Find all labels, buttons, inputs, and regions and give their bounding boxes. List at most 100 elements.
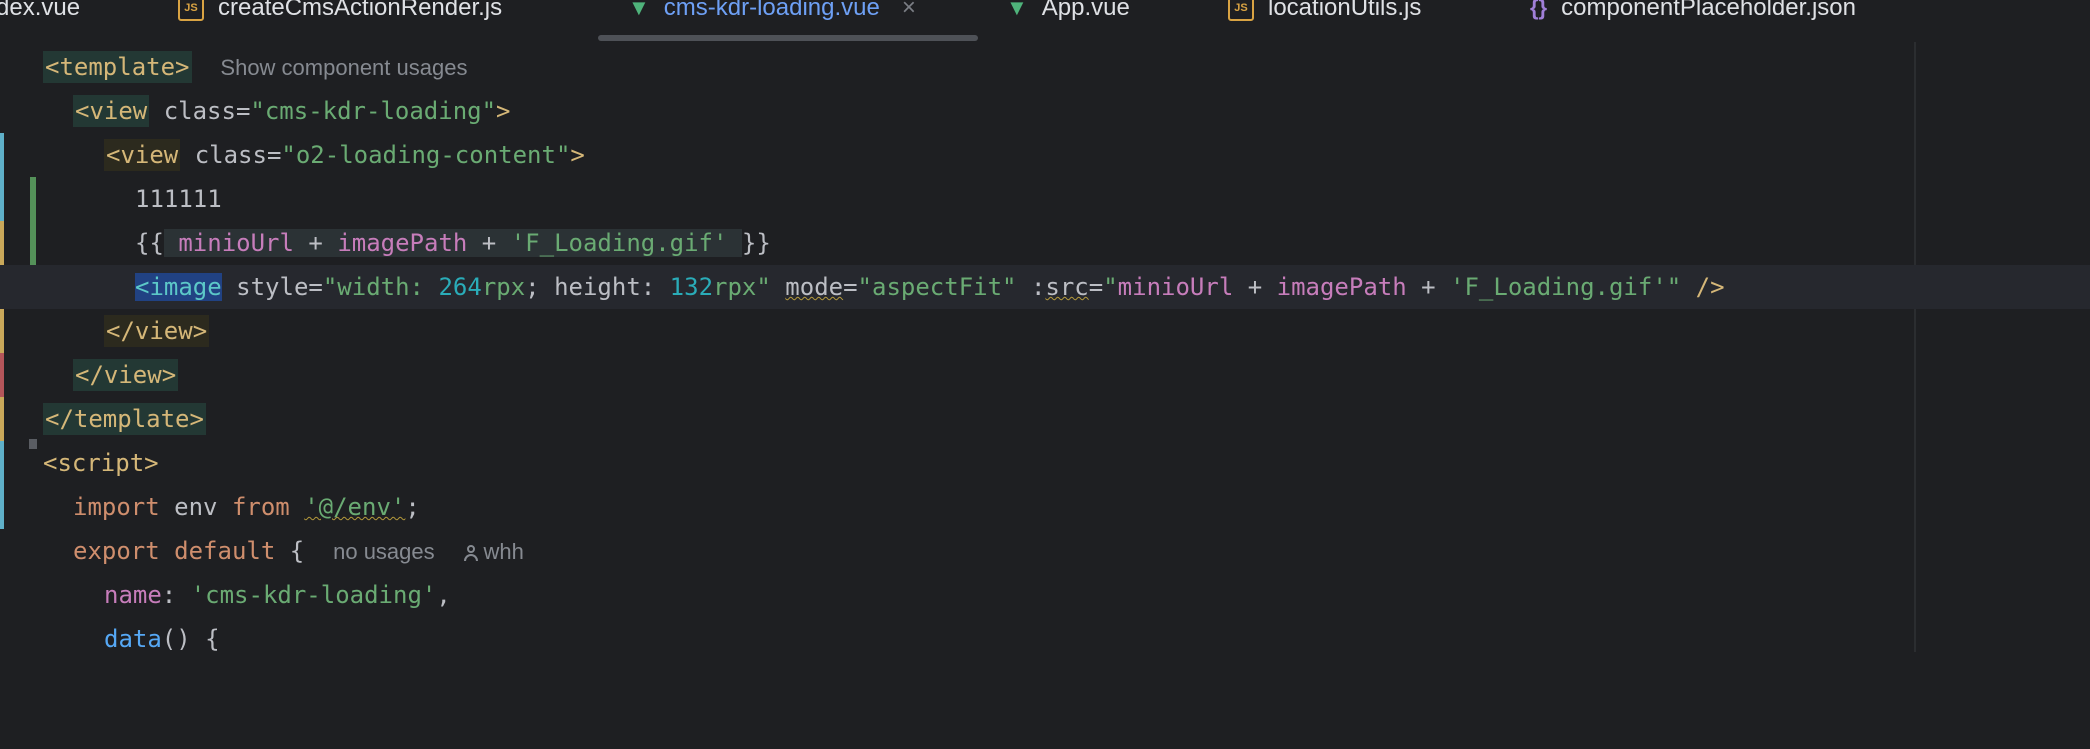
code-line-8[interactable]: </view> [0,353,2090,485]
user-icon [463,545,478,561]
view-open-tag: <view [104,139,181,171]
interpolation-open: {{ [135,229,164,257]
style-attr: style= [221,273,323,301]
equals: = [843,273,858,301]
vue-file-icon: ▼ [628,0,650,20]
name-value: 'cms-kdr-loading' [190,581,437,609]
tab-label: createCmsActionRender.js [218,0,503,21]
component-usages-hint[interactable]: Show component usages [220,55,467,80]
unit: rpx [481,273,526,301]
template-close-tag: </template> [43,403,206,435]
plus-operator: + [293,229,338,257]
editor-tab-bar: dex.vue JS createCmsActionRender.js ▼ cm… [0,0,2090,42]
keyword-import: import [73,493,160,521]
quote: " [1666,273,1682,301]
image-open-tag: <image [135,273,222,301]
code-line-3[interactable]: <view class="o2-loading-content"> [0,133,2090,265]
tab-label: locationUtils.js [1268,0,1422,21]
colon: : [161,581,191,609]
class-attr: class= [149,97,251,125]
width-number: 264 [438,273,482,301]
class-value: "cms-kdr-loading" [250,97,497,125]
tab-create-cms-action-render[interactable]: JS createCmsActionRender.js [178,0,502,24]
code-line-12[interactable]: export default { no usages whh [0,529,2090,573]
class-value: "o2-loading-content" [281,141,571,169]
var-minio-url: minioUrl [1117,273,1234,301]
method-signature: () { [161,625,220,653]
height-number: 132 [669,273,714,301]
plus-operator: + [1406,273,1451,301]
code-line-14[interactable]: data() { [0,617,2090,661]
code-line-6[interactable]: <image style="width: 264rpx; height: 132… [0,265,2090,397]
tab-index-vue[interactable]: dex.vue [0,0,80,24]
keyword-default: default [159,537,276,565]
string-filename: 'F_Loading.gif' [510,229,728,257]
bind-colon: : [1016,273,1046,301]
plus-operator: + [467,229,511,257]
mode-value: "aspectFit" [857,273,1017,301]
brace-open: { [275,537,305,565]
tab-app-vue[interactable]: ▼ App.vue [1006,0,1130,24]
author-hint[interactable]: whh [463,539,524,564]
code-editor[interactable]: <template> Show component usages <view c… [0,42,2090,653]
view-close-tag: </view> [104,315,210,347]
identifier-env: env [159,493,232,521]
code-line-5[interactable]: {{ minioUrl + imagePath + 'F_Loading.gif… [0,221,2090,353]
fold-marker-icon[interactable] [29,439,37,449]
view-open-tag: <view [73,95,150,127]
code-line-13[interactable]: name: 'cms-kdr-loading', [0,573,2090,617]
view-close-tag: </view> [73,359,179,391]
tab-label: componentPlaceholder.json [1561,0,1856,21]
property-name: name [104,581,162,609]
vcs-added-marker[interactable] [30,221,36,265]
keyword-from: from [231,493,290,521]
self-close: /> [1681,273,1725,301]
code-line-11[interactable]: import env from '@/env'; [0,485,2090,529]
keyword-export: export [73,537,160,565]
code-line-2[interactable]: <view class="cms-kdr-loading"> [0,89,2090,221]
vue-file-icon: ▼ [1006,0,1028,20]
code-line-1[interactable]: <template> Show component usages [0,45,2090,177]
string-filename: 'F_Loading.gif' [1450,273,1667,301]
close-icon[interactable]: × [902,0,916,22]
class-attr: class= [180,141,282,169]
code-line-10[interactable]: <script> [0,439,2090,485]
tag-end: > [496,97,511,125]
semicolon: ; [405,493,420,521]
no-usages-hint[interactable]: no usages [333,539,435,564]
plus-operator: + [1233,273,1277,301]
style-value-part: "width: [322,273,439,301]
quote: " [1103,273,1118,301]
tab-label: dex.vue [0,0,81,21]
style-value-part: ; height: [525,273,670,301]
import-path: '@/env' [304,493,406,521]
code-line-4[interactable]: 111111 [0,177,2090,309]
unit: rpx [713,273,757,301]
equals: = [1088,273,1104,301]
tab-cms-kdr-loading[interactable]: ▼ cms-kdr-loading.vue × [628,0,916,24]
js-file-icon: JS [178,0,204,21]
method-data: data [104,625,162,653]
var-image-path: imagePath [1276,273,1407,301]
interpolation-expression: minioUrl + imagePath + 'F_Loading.gif' [163,229,742,257]
var-minio-url: minioUrl [178,229,294,257]
active-tab-indicator [598,35,978,41]
js-file-icon: JS [1228,0,1254,21]
template-open-tag: <template> [43,51,192,83]
comma: , [436,581,451,609]
var-image-path: imagePath [337,229,468,257]
style-value-part: " [756,273,786,301]
code-line-9[interactable]: </template> [0,397,2090,529]
vcs-added-marker[interactable] [30,177,36,221]
interpolation-close: }} [741,229,771,257]
text-content: 111111 [135,185,222,213]
mode-attr: mode [785,273,844,301]
tag-end: > [570,141,585,169]
tab-location-utils[interactable]: JS locationUtils.js [1228,0,1421,24]
src-attr: src [1045,273,1089,301]
code-line-7[interactable]: </view> [0,309,2090,441]
tab-component-placeholder[interactable]: {} componentPlaceholder.json [1530,0,1856,24]
json-file-icon: {} [1530,0,1548,20]
script-open-tag: <script> [43,449,159,477]
